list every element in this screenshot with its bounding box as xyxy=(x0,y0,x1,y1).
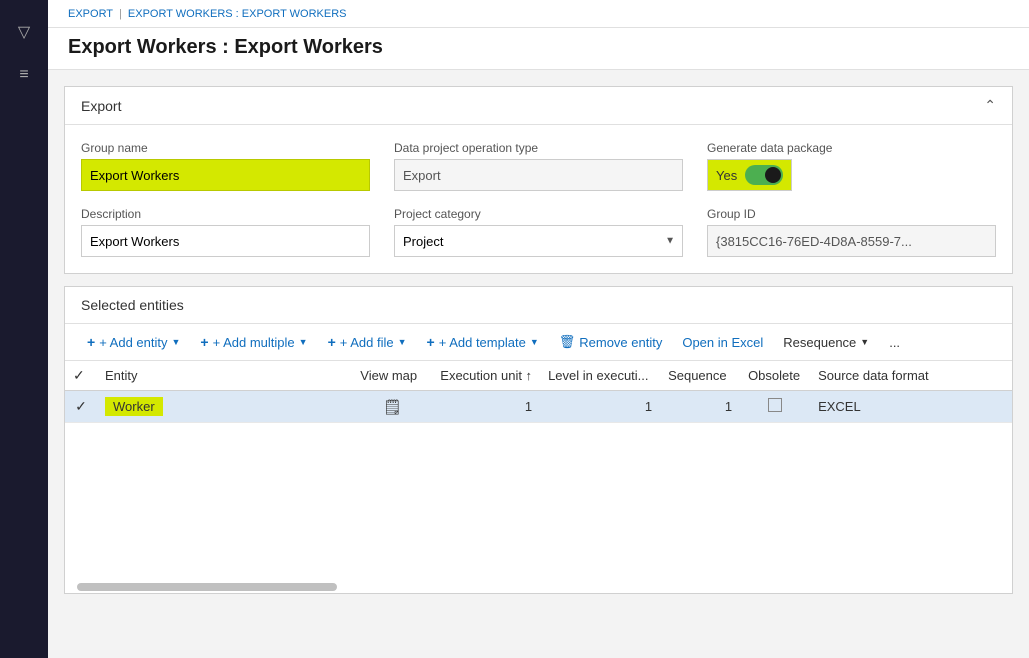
add-template-label: + Add template xyxy=(439,335,526,350)
toggle-switch[interactable] xyxy=(745,165,783,185)
entities-table-body: ✓ Worker 🗒 1 1 1 xyxy=(65,391,1012,423)
more-button[interactable]: ... xyxy=(879,331,910,354)
add-file-button[interactable]: + + Add file ▼ xyxy=(318,330,417,354)
group-name-field: Group name xyxy=(81,141,370,191)
scrollbar-area xyxy=(65,583,1012,593)
entities-table-header-row: ✓ Entity View map Execution unit ↑ Level… xyxy=(65,361,1012,391)
row-check-cell[interactable]: ✓ xyxy=(65,391,97,423)
breadcrumb-current: EXPORT WORKERS : EXPORT WORKERS xyxy=(128,8,347,20)
export-panel-header: Export ⌃ xyxy=(65,87,1012,125)
entities-panel-header: Selected entities xyxy=(65,287,1012,324)
obsolete-checkbox[interactable] xyxy=(768,398,782,412)
project-category-field: Project category Project ▼ xyxy=(394,207,683,257)
generate-package-toggle[interactable]: Yes xyxy=(707,159,792,191)
group-id-input xyxy=(707,225,996,257)
more-label: ... xyxy=(889,335,900,350)
group-id-label: Group ID xyxy=(707,207,996,221)
col-header-level[interactable]: Level in executi... xyxy=(540,361,660,391)
export-panel-title: Export xyxy=(81,98,121,114)
generate-package-field: Generate data package Yes xyxy=(707,141,996,191)
row-source-format-cell: EXCEL xyxy=(810,391,1012,423)
toggle-yes-label: Yes xyxy=(716,168,737,183)
group-name-label: Group name xyxy=(81,141,370,155)
page-header: Export Workers : Export Workers xyxy=(48,28,1029,70)
entities-toolbar: + + Add entity ▼ + + Add multiple ▼ + + … xyxy=(65,324,1012,361)
generate-package-label: Generate data package xyxy=(707,141,996,155)
execution-unit-label: Execution unit ↑ xyxy=(440,368,532,383)
breadcrumb: EXPORT | EXPORT WORKERS : EXPORT WORKERS xyxy=(48,0,1029,28)
entities-panel-title: Selected entities xyxy=(81,297,184,313)
entities-table-scroll[interactable]: ✓ Entity View map Execution unit ↑ Level… xyxy=(65,361,1012,423)
page-title: Export Workers : Export Workers xyxy=(68,36,1009,59)
col-header-execution-unit[interactable]: Execution unit ↑ xyxy=(432,361,540,391)
add-file-plus-icon: + xyxy=(328,334,336,350)
add-multiple-label: + Add multiple xyxy=(213,335,295,350)
add-template-chevron-icon: ▼ xyxy=(530,337,539,347)
group-name-input[interactable] xyxy=(81,159,370,191)
check-header-icon: ✓ xyxy=(73,367,85,383)
add-multiple-chevron-icon: ▼ xyxy=(299,337,308,347)
view-map-doc-icon[interactable]: 🗒 xyxy=(383,399,402,416)
project-category-select-wrapper: Project ▼ xyxy=(394,225,683,257)
row-sequence-cell: 1 xyxy=(660,391,740,423)
data-project-field: Data project operation type xyxy=(394,141,683,191)
remove-entity-button[interactable]: 🗑 Remove entity xyxy=(549,330,673,354)
group-id-field: Group ID xyxy=(707,207,996,257)
row-obsolete-cell[interactable] xyxy=(740,391,810,423)
col-header-source-format[interactable]: Source data format xyxy=(810,361,1012,391)
export-panel-collapse[interactable]: ⌃ xyxy=(984,97,996,114)
entities-table-head: ✓ Entity View map Execution unit ↑ Level… xyxy=(65,361,1012,391)
add-template-plus-icon: + xyxy=(427,334,435,350)
description-field: Description xyxy=(81,207,370,257)
remove-entity-trash-icon: 🗑 xyxy=(559,334,576,350)
entities-table: ✓ Entity View map Execution unit ↑ Level… xyxy=(65,361,1012,423)
project-category-select[interactable]: Project xyxy=(394,225,683,257)
add-template-button[interactable]: + + Add template ▼ xyxy=(417,330,549,354)
col-header-entity[interactable]: Entity xyxy=(97,361,352,391)
description-input[interactable] xyxy=(81,225,370,257)
resequence-chevron-icon: ▼ xyxy=(860,337,869,347)
remove-entity-label: Remove entity xyxy=(579,335,662,350)
table-row[interactable]: ✓ Worker 🗒 1 1 1 xyxy=(65,391,1012,423)
filter-icon[interactable]: ▽ xyxy=(18,22,30,42)
export-panel: Export ⌃ Group name Data project operati… xyxy=(64,86,1013,274)
add-file-label: + Add file xyxy=(340,335,394,350)
resequence-button[interactable]: Resequence ▼ xyxy=(773,331,879,354)
open-excel-button[interactable]: Open in Excel xyxy=(672,331,773,354)
add-entity-label: + Add entity xyxy=(99,335,167,350)
project-category-label: Project category xyxy=(394,207,683,221)
export-panel-body: Group name Data project operation type G… xyxy=(65,125,1012,273)
col-header-sequence[interactable]: Sequence xyxy=(660,361,740,391)
add-multiple-button[interactable]: + + Add multiple ▼ xyxy=(190,330,317,354)
row-execution-unit-cell: 1 xyxy=(432,391,540,423)
row-check-icon: ✓ xyxy=(75,398,87,414)
entity-label: Worker xyxy=(105,397,163,416)
data-project-input xyxy=(394,159,683,191)
add-entity-plus-icon: + xyxy=(87,334,95,350)
breadcrumb-export-link[interactable]: EXPORT xyxy=(68,8,113,20)
add-entity-chevron-icon: ▼ xyxy=(172,337,181,347)
col-header-check: ✓ xyxy=(65,361,97,391)
scrollbar-thumb[interactable] xyxy=(77,583,337,591)
col-header-viewmap[interactable]: View map xyxy=(352,361,432,391)
col-header-obsolete[interactable]: Obsolete xyxy=(740,361,810,391)
description-label: Description xyxy=(81,207,370,221)
menu-icon[interactable]: ≡ xyxy=(19,66,28,84)
add-file-chevron-icon: ▼ xyxy=(398,337,407,347)
row-level-cell: 1 xyxy=(540,391,660,423)
add-entity-button[interactable]: + + Add entity ▼ xyxy=(77,330,190,354)
content-area: Export ⌃ Group name Data project operati… xyxy=(48,70,1029,658)
row-entity-cell: Worker xyxy=(97,391,352,423)
entities-panel: Selected entities + + Add entity ▼ + + A… xyxy=(64,286,1013,594)
sidebar: ▽ ≡ xyxy=(0,0,48,658)
data-project-label: Data project operation type xyxy=(394,141,683,155)
breadcrumb-separator: | xyxy=(119,8,122,20)
add-multiple-plus-icon: + xyxy=(200,334,208,350)
table-empty-area xyxy=(65,423,1012,583)
open-excel-label: Open in Excel xyxy=(682,335,763,350)
resequence-label: Resequence xyxy=(783,335,856,350)
export-form-grid: Group name Data project operation type G… xyxy=(81,141,996,257)
row-viewmap-cell[interactable]: 🗒 xyxy=(352,391,432,423)
main-area: EXPORT | EXPORT WORKERS : EXPORT WORKERS… xyxy=(48,0,1029,658)
